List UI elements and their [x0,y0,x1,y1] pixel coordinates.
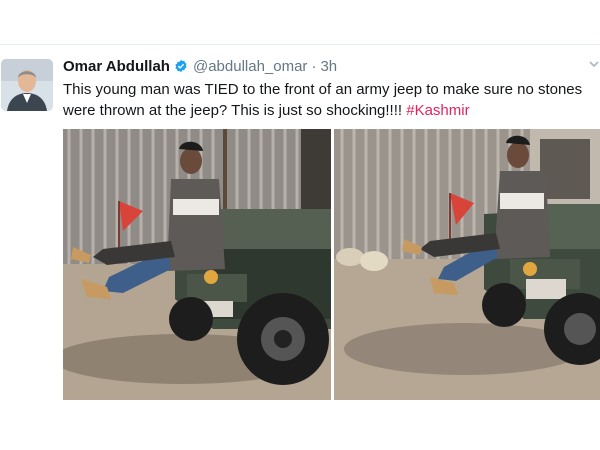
timestamp[interactable]: 3h [320,58,337,75]
tweet-header: Omar Abdullah @abdullah_omar · 3h [63,56,337,76]
photo-right[interactable] [334,129,600,400]
tweet-text: This young man was TIED to the front of … [63,79,598,121]
photo-left-image [63,129,331,400]
separator-dot: · [311,57,317,75]
photo-left[interactable] [63,129,331,400]
avatar[interactable] [1,59,53,111]
tweet-body: This young man was TIED to the front of … [63,81,583,119]
media-container [63,129,600,400]
chevron-down-icon[interactable] [588,58,600,70]
author-handle[interactable]: @abdullah_omar [193,58,307,75]
verified-badge-icon [175,59,187,73]
hashtag-link[interactable]: #Kashmir [406,102,469,119]
author-name[interactable]: Omar Abdullah [63,58,170,75]
photo-right-image [334,129,600,400]
top-divider [0,44,600,45]
avatar-image [1,59,53,111]
